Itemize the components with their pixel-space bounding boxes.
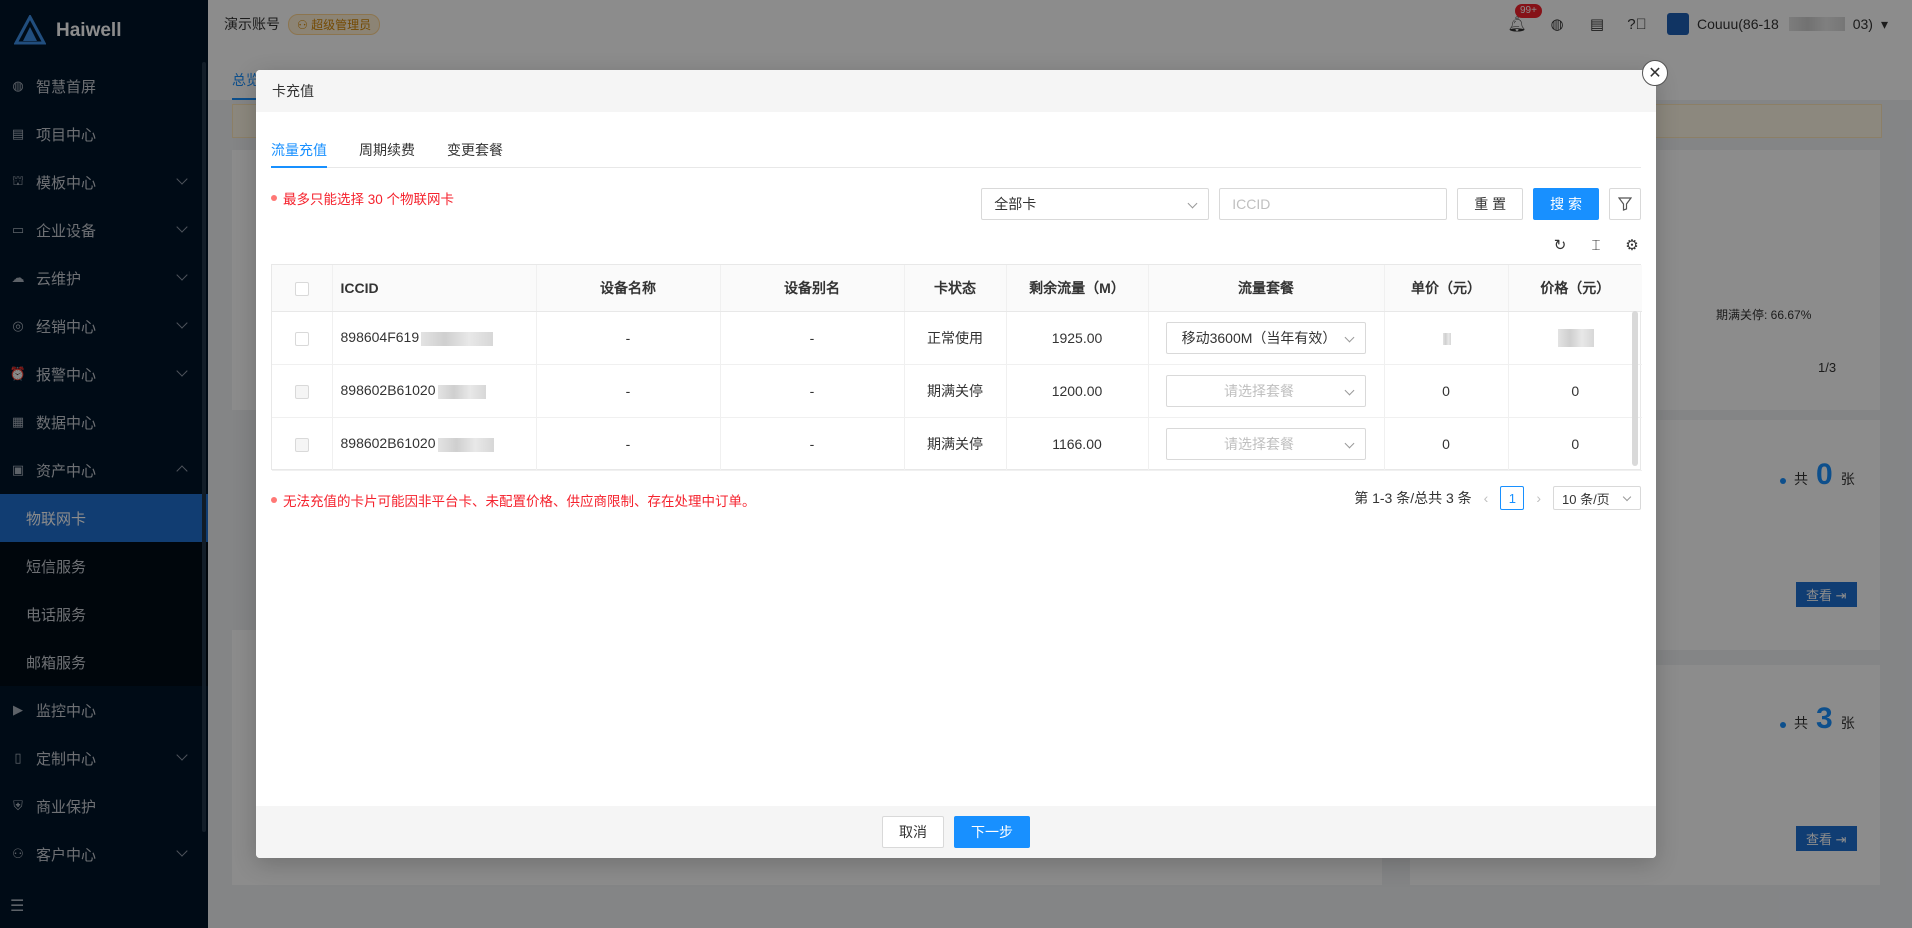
price-value: 0: [1508, 417, 1642, 471]
col-device-name: 设备名称: [536, 265, 721, 312]
hint-dot: [271, 195, 277, 201]
col-price: 价格（元）: [1508, 265, 1642, 312]
pagination-summary: 第 1-3 条/总共 3 条: [1354, 490, 1472, 506]
close-icon[interactable]: ✕: [1642, 60, 1668, 86]
package-select[interactable]: 请选择套餐: [1166, 374, 1366, 407]
card-type-value: 全部卡: [994, 196, 1037, 212]
card-status-value: 期满关停: [904, 417, 1007, 471]
remaining-traffic-value: 1200.00: [1006, 364, 1149, 418]
page-number[interactable]: 1: [1500, 486, 1525, 510]
modal-title: 卡充值: [272, 83, 314, 99]
iccid-value: 898602B61020: [340, 382, 436, 399]
tab-change-package[interactable]: 变更套餐: [447, 128, 503, 168]
device-name-value: -: [536, 417, 721, 471]
chevron-down-icon: [1187, 198, 1198, 209]
search-button[interactable]: 搜 索: [1533, 188, 1599, 220]
modal-footer: 取消 下一步: [256, 806, 1656, 858]
recharge-failure-hint: 无法充值的卡片可能因非平台卡、未配置价格、供应商限制、存在处理中订单。: [271, 490, 756, 510]
package-select[interactable]: 移动3600M（当年有效）: [1166, 321, 1366, 354]
max-selection-hint: 最多只能选择 30 个物联网卡: [271, 188, 454, 208]
chevron-down-icon: [1344, 332, 1355, 342]
unit-price-value: 0: [1384, 417, 1509, 471]
select-all-cell[interactable]: [272, 265, 333, 312]
col-unit-price: 单价（元）: [1384, 265, 1509, 312]
row-checkbox[interactable]: [294, 331, 309, 346]
table-row: 898602B61020 - - 期满关停 1200.00 请选择套餐 0 0: [272, 364, 1642, 418]
col-traffic-package: 流量套餐: [1148, 265, 1385, 312]
remaining-traffic-value: 1166.00: [1006, 417, 1149, 471]
page-size-select[interactable]: 10 条/页: [1553, 486, 1641, 510]
col-iccid: ICCID: [332, 265, 537, 312]
table-row: 898604F619 - - 正常使用 1925.00 移动3600M（当年有效…: [272, 311, 1642, 365]
masked-iccid: [437, 437, 494, 452]
density-icon[interactable]: ⌶: [1587, 236, 1605, 254]
table-header-row: ICCID 设备名称 设备别名 卡状态 剩余流量（M） 流量套餐 单价（元） 价…: [272, 265, 1642, 312]
table-row: 898602B61020 - - 期满关停 1166.00 请选择套餐 0 0: [272, 417, 1642, 471]
recharge-tabs: 流量充值 周期续费 变更套餐: [271, 128, 1641, 168]
next-step-button[interactable]: 下一步: [954, 816, 1030, 848]
device-name-value: -: [536, 364, 721, 418]
masked-unit-price: [1443, 332, 1451, 345]
chevron-down-icon: [1622, 492, 1632, 502]
select-all-checkbox[interactable]: [294, 281, 309, 296]
col-card-status: 卡状态: [904, 265, 1007, 312]
price-value: 0: [1508, 364, 1642, 418]
filter-toolbar: 全部卡 重 置 搜 索: [981, 188, 1641, 220]
device-name-value: -: [536, 311, 721, 365]
device-alias-value: -: [720, 417, 905, 471]
iccid-value: 898604F619: [340, 329, 420, 346]
tab-traffic-recharge[interactable]: 流量充值: [271, 128, 327, 168]
refresh-icon[interactable]: ↻: [1551, 236, 1569, 254]
card-type-select[interactable]: 全部卡: [981, 188, 1210, 220]
page-size-value: 10 条/页: [1562, 491, 1610, 507]
settings-gear-icon[interactable]: ⚙︎: [1623, 236, 1641, 254]
col-remaining-traffic: 剩余流量（M）: [1006, 265, 1149, 312]
recharge-modal: 卡充值 流量充值 周期续费 变更套餐 全部卡 重 置 搜 索 最多只能选择 30…: [256, 70, 1656, 858]
device-alias-value: -: [720, 364, 905, 418]
package-placeholder: 请选择套餐: [1224, 435, 1294, 452]
iccid-value: 898602B61020: [340, 435, 436, 452]
prev-page-icon[interactable]: ‹: [1480, 490, 1493, 506]
table-scrollbar[interactable]: [1632, 311, 1638, 466]
modal-header: 卡充值: [256, 70, 1656, 112]
row-checkbox-disabled: [294, 384, 309, 399]
package-select[interactable]: 请选择套餐: [1166, 427, 1366, 460]
card-status-value: 期满关停: [904, 364, 1007, 418]
table-tools: ↻ ⌶ ⚙︎: [1551, 236, 1641, 255]
reset-button[interactable]: 重 置: [1457, 188, 1524, 220]
masked-price: [1558, 328, 1595, 347]
recharge-failure-text: 无法充值的卡片可能因非平台卡、未配置价格、供应商限制、存在处理中订单。: [283, 494, 756, 509]
package-value: 移动3600M（当年有效）: [1181, 329, 1337, 346]
next-page-icon[interactable]: ›: [1532, 490, 1545, 506]
tab-period-renewal[interactable]: 周期续费: [359, 128, 415, 168]
chevron-down-icon: [1344, 385, 1355, 395]
cancel-button[interactable]: 取消: [882, 816, 944, 848]
unit-price-value: 0: [1384, 364, 1509, 418]
masked-iccid: [437, 384, 486, 399]
row-checkbox-disabled: [294, 437, 309, 452]
pagination: 第 1-3 条/总共 3 条 ‹ 1 › 10 条/页: [1354, 486, 1641, 510]
card-table: ICCID 设备名称 设备别名 卡状态 剩余流量（M） 流量套餐 单价（元） 价…: [271, 264, 1642, 471]
max-selection-text: 最多只能选择 30 个物联网卡: [283, 192, 455, 207]
hint-dot: [271, 497, 277, 503]
col-device-alias: 设备别名: [720, 265, 905, 312]
package-placeholder: 请选择套餐: [1224, 382, 1294, 399]
device-alias-value: -: [720, 311, 905, 365]
masked-iccid: [421, 331, 494, 346]
iccid-input[interactable]: [1219, 188, 1448, 220]
remaining-traffic-value: 1925.00: [1006, 311, 1149, 365]
filter-icon[interactable]: [1609, 188, 1641, 220]
card-status-value: 正常使用: [904, 311, 1007, 365]
chevron-down-icon: [1344, 438, 1355, 448]
